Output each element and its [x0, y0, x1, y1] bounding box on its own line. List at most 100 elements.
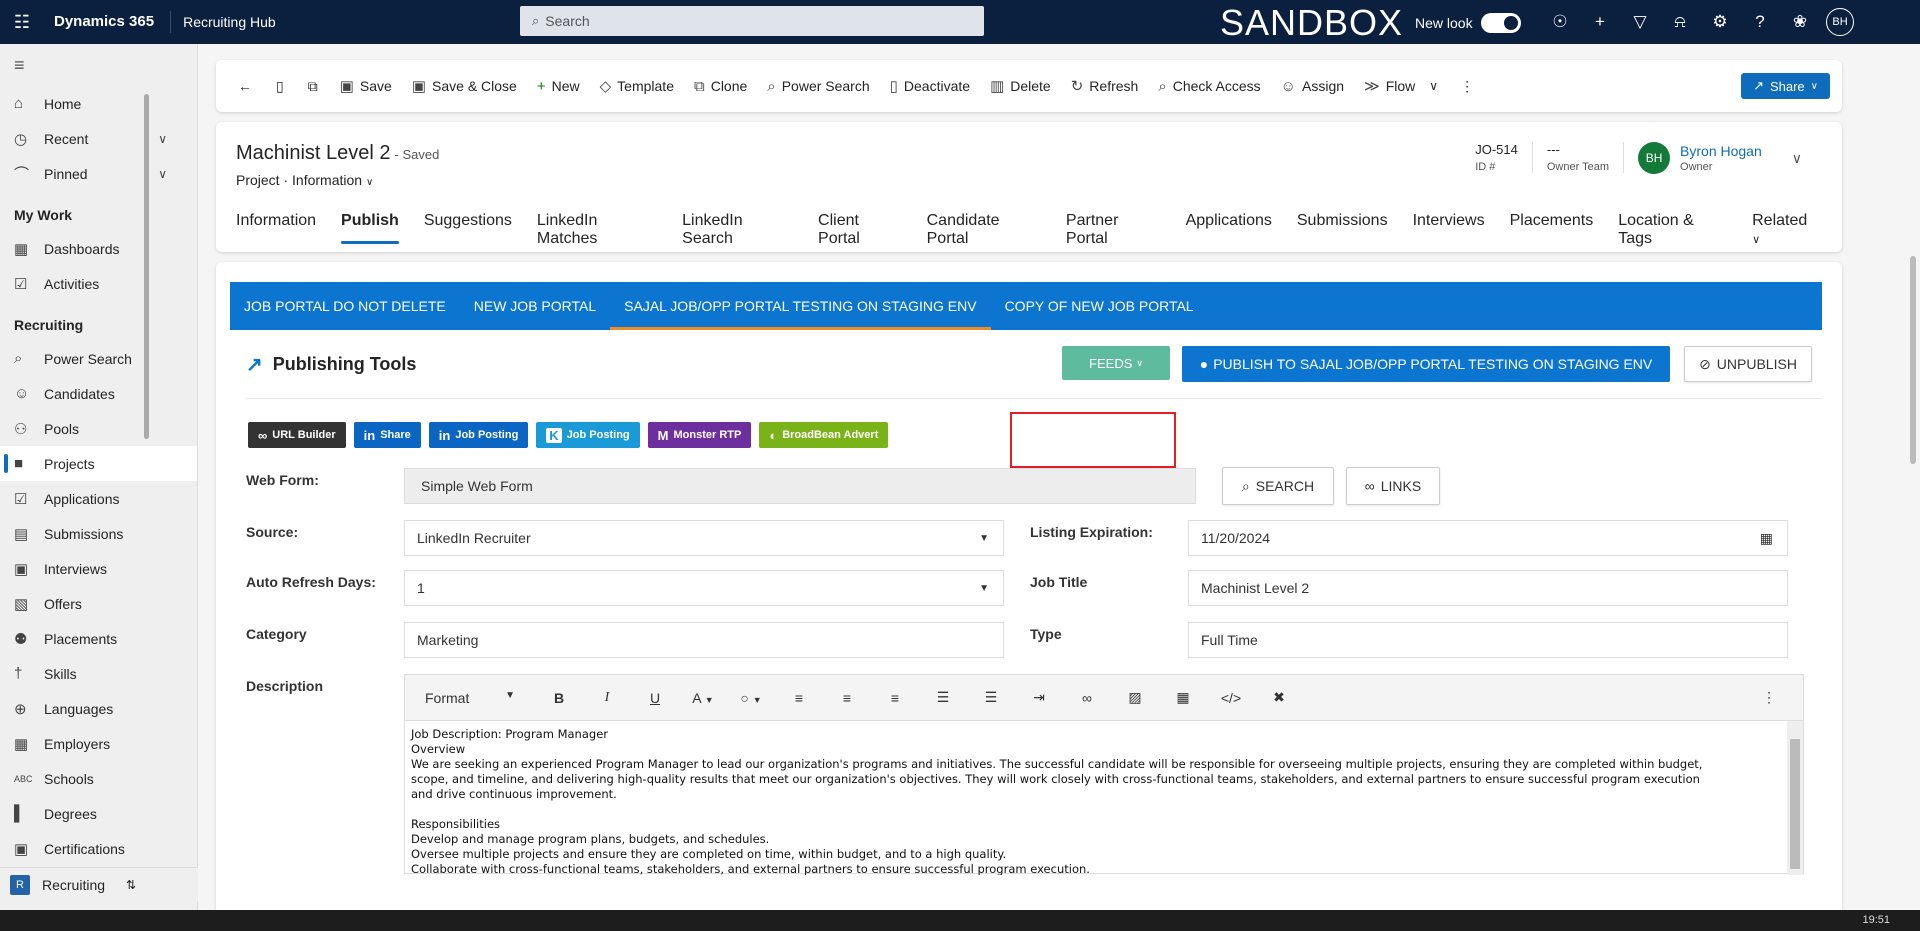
tab-linkedin-matches[interactable]: LinkedIn Matches: [537, 212, 657, 247]
type-input[interactable]: Full Time: [1188, 622, 1788, 658]
feeds-dropdown-button[interactable]: FEEDS ∨: [1062, 346, 1170, 380]
sidebar-item-submissions[interactable]: ▤ Submissions: [0, 516, 197, 551]
editor-scrollbar[interactable]: [1787, 721, 1803, 875]
lightbulb-icon[interactable]: ☉: [1540, 12, 1580, 32]
more-icon[interactable]: ⋮: [1745, 689, 1793, 706]
portal-tab-sajal[interactable]: SAJAL JOB/OPP PORTAL TESTING ON STAGING …: [610, 282, 991, 330]
k-job-posting-button[interactable]: K Job Posting: [536, 422, 640, 448]
bullet-list-icon[interactable]: ☰: [919, 689, 967, 706]
italic-button[interactable]: I: [583, 690, 631, 706]
links-button[interactable]: ∞ LINKS: [1346, 467, 1440, 505]
publish-button[interactable]: ● PUBLISH TO SAJAL JOB/OPP PORTAL TESTING…: [1182, 346, 1670, 382]
tab-placements[interactable]: Placements: [1510, 212, 1594, 244]
sidebar-item-power-search[interactable]: ⌕ Power Search: [0, 341, 197, 376]
sidebar-item-degrees[interactable]: ▌ Degrees: [0, 796, 197, 831]
hub-name[interactable]: Recruiting Hub: [171, 14, 506, 30]
listing-expiration-input[interactable]: 11/20/2024 ▦: [1188, 520, 1788, 556]
app-name[interactable]: Dynamics 365: [44, 11, 172, 33]
sidebar-item-recent[interactable]: ◷ Recent ∨: [0, 121, 197, 156]
global-search-input[interactable]: ⌕ Search: [520, 6, 984, 36]
main-scrollbar[interactable]: [1906, 214, 1920, 910]
broadbean-advert-button[interactable]: ◐ BroadBean Advert: [759, 422, 889, 448]
owner-name[interactable]: Byron Hogan: [1680, 143, 1762, 159]
align-left-icon[interactable]: ≡: [775, 690, 823, 706]
chevron-down-icon[interactable]: ∨: [158, 132, 167, 146]
numbered-list-icon[interactable]: ☰: [967, 689, 1015, 706]
sidebar-item-applications[interactable]: ☑ Applications: [0, 481, 197, 516]
tab-publish[interactable]: Publish: [341, 212, 399, 244]
sidebar-item-schools[interactable]: ABC Schools: [0, 761, 197, 796]
sidebar-item-candidates[interactable]: ☺ Candidates: [0, 376, 197, 411]
sidebar-item-offers[interactable]: ▧ Offers: [0, 586, 197, 621]
sidebar-item-skills[interactable]: † Skills: [0, 656, 197, 691]
clone-button[interactable]: ⧉ Clone: [684, 68, 757, 104]
plus-icon[interactable]: +: [1580, 12, 1620, 32]
auto-refresh-select[interactable]: 1 ▼: [404, 570, 1004, 606]
form-view-button[interactable]: ▯: [264, 68, 296, 104]
link-icon[interactable]: ∞: [1063, 690, 1111, 706]
bell-icon[interactable]: ⍾: [1660, 12, 1700, 32]
sidebar-item-activities[interactable]: ☑ Activities: [0, 266, 197, 301]
delete-button[interactable]: ▥ Delete: [980, 68, 1061, 104]
sidebar-item-placements[interactable]: ⚉ Placements: [0, 621, 197, 656]
category-input[interactable]: Marketing: [404, 622, 1004, 658]
assign-button[interactable]: ☺ Assign: [1271, 68, 1354, 104]
refresh-button[interactable]: ↻ Refresh: [1061, 68, 1149, 104]
calendar-icon[interactable]: ▦: [1760, 530, 1773, 547]
tab-applications[interactable]: Applications: [1186, 212, 1272, 244]
open-new-window-button[interactable]: ⧉: [296, 68, 330, 104]
new-button[interactable]: + New: [527, 68, 590, 104]
align-center-icon[interactable]: ≡: [823, 690, 871, 706]
sidebar-item-interviews[interactable]: ▣ Interviews: [0, 551, 197, 586]
unpublish-button[interactable]: ⊘ UNPUBLISH: [1684, 346, 1812, 382]
check-access-button[interactable]: ⌕ Check Access: [1148, 68, 1270, 104]
chevron-down-icon[interactable]: ∨: [366, 177, 373, 188]
sidebar-item-projects[interactable]: ■ Projects: [0, 446, 197, 481]
tab-information[interactable]: Information: [236, 212, 316, 244]
save-button[interactable]: ▣ Save: [330, 68, 402, 104]
text-color-button[interactable]: A ▼: [679, 690, 727, 706]
source-select[interactable]: LinkedIn Recruiter ▼: [404, 520, 1004, 556]
indent-icon[interactable]: ⇥: [1015, 689, 1063, 706]
align-right-icon[interactable]: ≡: [871, 690, 919, 706]
new-look-toggle[interactable]: [1480, 13, 1521, 33]
search-button[interactable]: ⌕ SEARCH: [1222, 467, 1334, 505]
gear-icon[interactable]: ⚙: [1700, 12, 1740, 32]
linkedin-job-posting-button[interactable]: in Job Posting: [428, 422, 529, 448]
power-search-button[interactable]: ⌕ Power Search: [757, 68, 879, 104]
portal-tab-new-job-portal[interactable]: NEW JOB PORTAL: [460, 282, 610, 330]
app-launcher-icon[interactable]: ☷: [0, 0, 44, 44]
filter-icon[interactable]: ▽: [1620, 12, 1660, 32]
hamburger-icon[interactable]: ≡: [0, 44, 197, 86]
share-button[interactable]: ↗ Share ∨: [1741, 73, 1830, 99]
chevron-down-icon[interactable]: ∨: [158, 167, 167, 181]
linkedin-share-button[interactable]: in Share: [353, 422, 421, 448]
clear-format-icon[interactable]: ✖: [1255, 689, 1303, 706]
url-builder-button[interactable]: ∞ URL Builder: [248, 422, 346, 448]
save-close-button[interactable]: ▣ Save & Close: [402, 68, 527, 104]
portal-tab-job-portal-do-not-delete[interactable]: JOB PORTAL DO NOT DELETE: [230, 282, 460, 330]
flow-button[interactable]: ≫ Flow ∨: [1354, 68, 1448, 104]
sidebar-item-dashboards[interactable]: ▦ Dashboards: [0, 231, 197, 266]
sidebar-scrollbar[interactable]: [144, 94, 149, 439]
area-switcher[interactable]: R Recruiting ⇅: [0, 867, 198, 901]
deactivate-button[interactable]: ▯ Deactivate: [880, 68, 980, 104]
copilot-icon[interactable]: ❀: [1780, 12, 1820, 32]
underline-button[interactable]: U: [631, 690, 679, 706]
sidebar-item-certifications[interactable]: ▣ Certifications: [0, 831, 197, 866]
bold-button[interactable]: B: [535, 690, 583, 706]
owner-field[interactable]: BH Byron Hogan Owner ∨: [1624, 142, 1802, 174]
tab-interviews[interactable]: Interviews: [1413, 212, 1485, 244]
job-title-input[interactable]: Machinist Level 2: [1188, 570, 1788, 606]
tab-client-portal[interactable]: Client Portal: [818, 212, 902, 247]
highlight-color-button[interactable]: ○ ▼: [727, 690, 775, 706]
user-avatar[interactable]: BH: [1826, 8, 1854, 36]
tab-candidate-portal[interactable]: Candidate Portal: [927, 212, 1041, 247]
back-button[interactable]: ←: [226, 68, 264, 104]
sidebar-item-employers[interactable]: ▦ Employers: [0, 726, 197, 761]
format-dropdown[interactable]: Format ▼: [415, 690, 535, 706]
sidebar-item-home[interactable]: ⌂ Home: [0, 86, 197, 121]
portal-tab-copy-new-job-portal[interactable]: COPY OF NEW JOB PORTAL: [991, 282, 1208, 330]
tab-suggestions[interactable]: Suggestions: [424, 212, 512, 244]
description-text[interactable]: Job Description: Program Manager Overvie…: [405, 721, 1803, 875]
